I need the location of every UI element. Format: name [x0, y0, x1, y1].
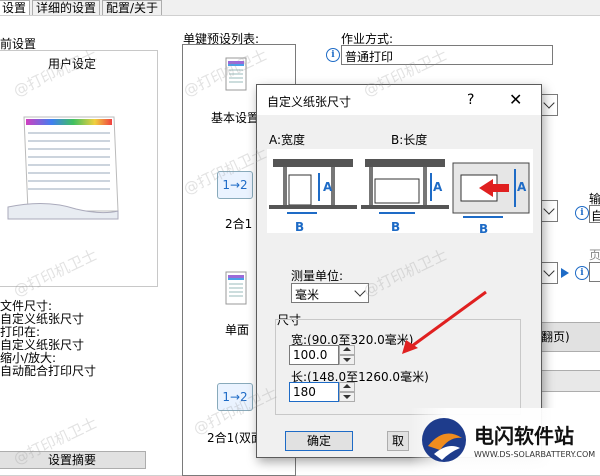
info-icon[interactable]: i	[575, 206, 589, 220]
length-value: 180	[293, 385, 316, 399]
paper-feed-diagram-icon: A B A B A B	[269, 159, 530, 236]
cancel-button[interactable]: 取	[387, 431, 409, 451]
label-length: B:长度	[391, 133, 428, 147]
ok-button[interactable]: 确定	[285, 431, 353, 451]
tab-settings[interactable]: 设置	[0, 0, 31, 15]
svg-text:B: B	[391, 220, 400, 233]
svg-text:A: A	[323, 180, 333, 194]
logo-url: WWW.DS-SOLARBATTERY.COM	[474, 450, 596, 459]
length-input[interactable]: 180	[289, 382, 339, 402]
length-spin-up[interactable]	[339, 382, 355, 392]
length-spin-down[interactable]	[339, 392, 355, 402]
info-icon[interactable]: i	[326, 48, 340, 62]
unit-value: 毫米	[295, 288, 320, 302]
tab-detailed-settings[interactable]: 详细的设置	[32, 0, 101, 15]
svg-text:A: A	[517, 180, 527, 194]
print-info: 文件尺寸: 自定义纸张尺寸 打印在: 自定义纸张尺寸 缩小/放大: 自动配合打印…	[0, 300, 96, 378]
info-line: 自动配合打印尺寸	[0, 364, 97, 378]
play-arrow-icon	[561, 268, 569, 278]
tab-config-about[interactable]: 配置/关于	[102, 0, 163, 15]
width-input[interactable]: 100.0	[289, 345, 339, 365]
logo-name: 电闪软件站	[474, 424, 574, 448]
two-in-one-icon: 1→2	[217, 171, 253, 199]
unit-label: 测量单位:	[291, 269, 344, 283]
width-spin-down[interactable]	[339, 355, 355, 365]
info-icon[interactable]: i	[575, 266, 589, 280]
partial-select[interactable]: 自	[589, 205, 600, 223]
annotation-arrow-icon	[402, 290, 487, 354]
preset-item-2in1[interactable]: 2合1	[225, 215, 252, 232]
svg-text:A: A	[433, 180, 443, 194]
preset-name: 用户设定	[48, 57, 97, 71]
help-button[interactable]: ?	[467, 92, 474, 108]
preset-item-simplex[interactable]: 单面	[225, 321, 249, 338]
dialog-title: 自定义纸张尺寸	[267, 95, 352, 109]
width-spin-up[interactable]	[339, 345, 355, 355]
preset-item-basic[interactable]: 基本设置	[211, 109, 259, 126]
work-mode-select[interactable]: 普通打印	[341, 45, 553, 65]
partial-button[interactable]	[538, 370, 600, 392]
width-value: 100.0	[293, 348, 328, 362]
document-icon	[225, 271, 247, 305]
dialog-titlebar: 自定义纸张尺寸 ? ✕	[257, 85, 541, 115]
custom-paper-size-dialog: 自定义纸张尺寸 ? ✕ A:宽度 B:长度 A B A B A B 测量单位: …	[256, 84, 542, 458]
settings-summary-button[interactable]: 设置摘要	[0, 451, 146, 469]
feed-illustrations: A B A B A B	[267, 149, 533, 236]
tab-bar: 设置 详细的设置 配置/关于	[0, 0, 600, 16]
svg-text:B: B	[295, 220, 304, 233]
work-mode-value: 普通打印	[345, 50, 394, 64]
close-button[interactable]: ✕	[509, 90, 522, 109]
document-icon	[225, 57, 247, 91]
unit-select[interactable]: 毫米	[291, 283, 369, 303]
preset-item-2in1-duplex[interactable]: 2合1(双面	[207, 429, 263, 446]
site-logo: 电闪软件站 WWW.DS-SOLARBATTERY.COM	[410, 408, 600, 474]
two-in-one-duplex-icon: 1→2	[217, 383, 253, 411]
preview-panel: 用户设定	[0, 50, 158, 287]
logo-mark-icon	[422, 418, 466, 462]
flip-button[interactable]: 翻页)	[538, 322, 600, 352]
paper-preview-icon	[7, 116, 119, 220]
label-width: A:宽度	[269, 133, 306, 147]
partial-label: 页	[589, 248, 600, 262]
svg-text:B: B	[479, 222, 488, 233]
partial-select[interactable]	[589, 262, 600, 282]
